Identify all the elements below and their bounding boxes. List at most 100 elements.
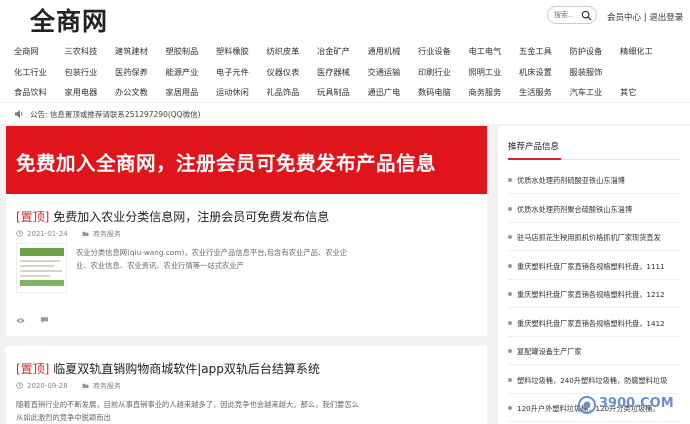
category-link[interactable]: 家用电器 — [65, 86, 116, 98]
sidebar-separator — [508, 250, 680, 251]
thumbnail-line — [20, 270, 62, 272]
category-link[interactable]: 塑胶制品 — [166, 45, 217, 57]
category-link[interactable]: 服装服饰 — [570, 66, 621, 78]
category-link[interactable]: 食品饮料 — [14, 86, 65, 98]
post-thumbnail[interactable] — [16, 243, 67, 293]
category-link[interactable]: 全商网 — [14, 45, 65, 57]
post-card: [置顶] 临夏双轨直销购物商城软件|app双轨后台结算系统 2020-09-28… — [6, 346, 487, 424]
sidebar-item-label: 重庆塑料托盘厂家直销各规格塑料托盘，1412 — [517, 318, 665, 328]
bullet-icon — [508, 292, 512, 296]
sidebar-item-label: 优质水处理药剂硫酸亚铁山东淄博 — [517, 176, 625, 185]
category-link[interactable]: 能源产业 — [166, 66, 217, 78]
sidebar-item-label: 驻马店抓花生秧用抓机价格抓机厂家现货直发 — [517, 233, 661, 242]
post-date: 2020-09-28 — [27, 382, 68, 390]
sidebar-title-underline — [508, 158, 561, 160]
category-row-2: 化工行业 包装行业 医药保养 能源产业 电子元件 仪器仪表 医疗器械 交通运输 印刷行业 照明工业… — [14, 66, 620, 80]
category-link[interactable]: 医疗器械 — [317, 66, 368, 78]
category-link[interactable]: 汽车工业 — [570, 86, 621, 98]
category-link[interactable]: 家居用品 — [166, 86, 217, 98]
category-link[interactable]: 塑料橡胶 — [216, 45, 267, 57]
notice-text[interactable]: 公告: 信息置顶或推荐请联系251297290(QQ微信) — [30, 109, 201, 120]
sidebar-separator — [508, 278, 680, 280]
bullet-icon — [508, 263, 512, 268]
post-card: [置顶] 免费加入农业分类信息网，注册会员可免费发布信息 2021-01-24 … — [6, 194, 487, 336]
category-link[interactable]: 交通运输 — [368, 66, 419, 78]
member-center-link[interactable]: 会员中心 — [607, 13, 641, 23]
pinned-tag: [置顶] — [16, 362, 50, 376]
category-link[interactable]: 建筑建材 — [115, 45, 166, 57]
sidebar-recommended: 推荐产品信息 优质水处理药剂硫酸亚铁山东淄博优质水处理药剂聚合硫酸铁山东淄博驻马… — [498, 126, 690, 424]
category-link[interactable]: 运动休闲 — [216, 86, 267, 98]
clock-icon — [16, 230, 23, 237]
category-link[interactable]: 纺织皮革 — [267, 45, 318, 57]
sidebar-title: 推荐产品信息 — [508, 142, 560, 152]
promo-banner[interactable]: 免费加入全商网，注册会员可免费发布产品信息 — [6, 126, 487, 194]
category-link[interactable]: 办公文教 — [115, 86, 166, 98]
category-link[interactable]: 行业设备 — [418, 45, 469, 57]
watermark-logo-icon — [578, 396, 596, 414]
category-link[interactable]: 商务服务 — [469, 86, 520, 98]
category-link[interactable]: 通用机械 — [368, 45, 419, 57]
category-link[interactable]: 礼品饰品 — [267, 86, 318, 98]
category-link[interactable]: 医药保养 — [115, 66, 166, 78]
sidebar-item[interactable]: 重庆塑料托盘厂家直销各规格塑料托盘，1412 — [508, 319, 688, 329]
post-meta: 2021-01-24 商务服务 — [16, 229, 121, 239]
category-link[interactable]: 仪器仪表 — [267, 66, 318, 78]
sidebar-separator — [508, 221, 680, 223]
bullet-icon — [508, 349, 512, 353]
sidebar-item[interactable]: 驻马店抓花生秧用抓机价格抓机厂家现货直发 — [508, 233, 688, 243]
search-input[interactable] — [554, 9, 582, 21]
category-link[interactable]: 玩具制品 — [317, 86, 368, 98]
pinned-tag: [置顶] — [16, 210, 50, 224]
category-link[interactable]: 通迅广电 — [368, 86, 419, 98]
site-logo[interactable]: 全商网 — [30, 2, 108, 38]
post-excerpt: 农业分类信息网(qiu-wang.com)，农业行业产品信息平台,包含有农业产品… — [76, 248, 348, 270]
category-link[interactable]: 五金工具 — [519, 45, 570, 57]
logout-link[interactable]: 退出登录 — [649, 13, 683, 23]
post-stats — [16, 316, 49, 327]
sidebar-item[interactable]: 优质水处理药剂硫酸亚铁山东淄博 — [508, 176, 688, 186]
category-link[interactable]: 机床设置 — [519, 66, 570, 78]
category-link[interactable]: 三农科技 — [65, 45, 116, 57]
bullet-icon — [508, 377, 512, 382]
category-link[interactable]: 电子元件 — [216, 66, 267, 78]
category-link[interactable]: 电工电气 — [469, 45, 520, 57]
thumbnail-line — [20, 265, 54, 267]
category-link[interactable]: 包装行业 — [65, 66, 116, 78]
category-link[interactable]: 数码电脑 — [418, 86, 469, 98]
category-link[interactable]: 生活服务 — [519, 86, 570, 98]
sidebar-item[interactable]: 重庆塑料托盘厂家直销各规格塑料托盘，1212 — [508, 290, 688, 300]
thumbnail-line — [20, 260, 60, 262]
sidebar-item-label: 重庆塑料托盘厂家直销各规格塑料托盘，1111 — [517, 261, 665, 271]
comment-icon[interactable] — [40, 316, 49, 324]
post-meta: 2020-09-28 商务服务 — [16, 381, 121, 391]
post-title[interactable]: [置顶] 临夏双轨直销购物商城软件|app双轨后台结算系统 — [16, 360, 320, 377]
bullet-icon — [508, 235, 512, 239]
search-box[interactable] — [547, 6, 597, 24]
category-nav: 全商网 三农科技 建筑建材 塑胶制品 塑料橡胶 纺织皮革 冶金矿产 通用机械 行业设备 电工电气五… — [0, 36, 690, 102]
notice-bar: 公告: 信息置顶或推荐请联系251297290(QQ微信) — [0, 102, 690, 124]
post-category[interactable]: 商务服务 — [93, 382, 121, 390]
sidebar-separator — [508, 364, 680, 365]
category-link[interactable]: 其它 — [620, 86, 671, 98]
category-link[interactable]: 印刷行业 — [418, 66, 469, 78]
sidebar-item[interactable]: 复配罐设备生产厂家 — [508, 347, 688, 357]
category-link[interactable]: 化工行业 — [14, 66, 65, 78]
post-category[interactable]: 商务服务 — [93, 230, 121, 238]
post-title-text: 免费加入农业分类信息网，注册会员可免费发布信息 — [49, 210, 330, 224]
bullet-icon — [508, 320, 512, 325]
sidebar-separator — [508, 335, 680, 337]
banner-text: 免费加入全商网，注册会员可免费发布产品信息 — [16, 152, 437, 175]
category-link[interactable]: 精细化工 — [620, 45, 671, 57]
category-link[interactable]: 照明工业 — [469, 66, 520, 78]
post-date: 2021-01-24 — [27, 230, 68, 238]
category-link[interactable]: 防护设备 — [570, 45, 621, 57]
sidebar-item[interactable]: 塑料垃圾桶，240升塑料垃圾桶，防腐塑料垃圾 — [508, 376, 688, 386]
sidebar-item[interactable]: 优质水处理药剂聚合硫酸铁山东淄博 — [508, 205, 688, 215]
category-link[interactable]: 冶金矿产 — [317, 45, 368, 57]
search-icon[interactable] — [581, 10, 592, 21]
folder-icon — [82, 231, 89, 237]
post-title[interactable]: [置顶] 免费加入农业分类信息网，注册会员可免费发布信息 — [16, 208, 329, 225]
sidebar-item[interactable]: 重庆塑料托盘厂家直销各规格塑料托盘，1111 — [508, 262, 688, 272]
sidebar-separator — [508, 421, 680, 422]
